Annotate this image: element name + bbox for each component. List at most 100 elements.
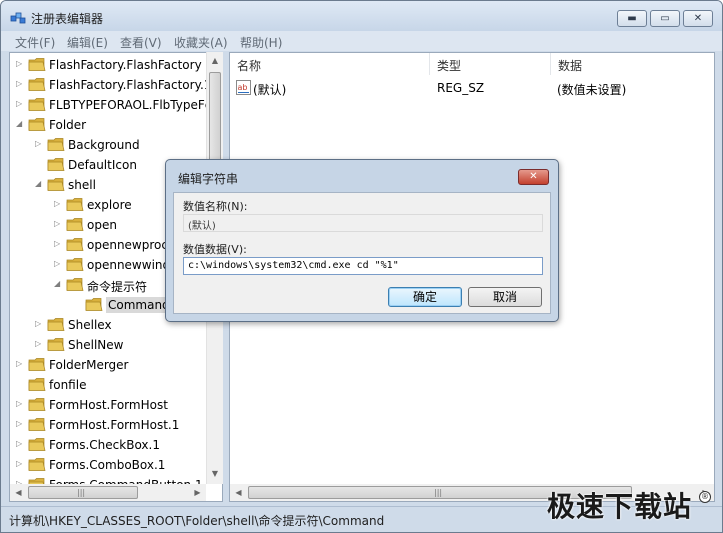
column-header-type[interactable]: 类型 [430, 53, 550, 75]
dialog-body: 数值名称(N): (默认) 数值数据(V): c:\windows\system… [173, 192, 551, 314]
tree-item-label: Shellex [68, 318, 112, 332]
status-path: 计算机\HKEY_CLASSES_ROOT\Folder\shell\命令提示符… [9, 514, 385, 528]
close-button[interactable]: ✕ [683, 10, 713, 27]
registry-editor-window: 注册表编辑器 ▬ ▭ ✕ 文件(F) 编辑(E) 查看(V) 收藏夹(A) 帮助… [0, 0, 723, 533]
expand-arrow-icon[interactable]: ▷ [16, 359, 26, 369]
folder-icon [28, 78, 46, 91]
expand-arrow-icon[interactable]: ▷ [54, 199, 64, 209]
folder-icon [28, 118, 46, 131]
menu-file[interactable]: 文件(F) [15, 34, 55, 51]
close-icon: ✕ [693, 13, 703, 24]
tree-item-label: DefaultIcon [68, 158, 137, 172]
value-data-label: 数值数据(V): [183, 243, 247, 256]
expand-arrow-icon[interactable] [35, 159, 45, 169]
minimize-button[interactable]: ▬ [617, 10, 647, 27]
expand-arrow-icon[interactable]: ▷ [16, 99, 26, 109]
folder-icon [66, 218, 84, 231]
scroll-left-arrow-icon[interactable]: ◀ [230, 484, 247, 501]
menu-favorites[interactable]: 收藏夹(A) [174, 34, 228, 51]
folder-icon [66, 278, 84, 291]
expand-arrow-icon[interactable]: ▷ [35, 139, 45, 149]
grip-icon: ||| [77, 488, 86, 497]
tree-item-label: explore [87, 198, 132, 212]
menu-edit[interactable]: 编辑(E) [67, 34, 108, 51]
tree-item-label: Folder [49, 118, 87, 132]
dialog-title: 编辑字符串 [178, 172, 239, 186]
menu-view[interactable]: 查看(V) [120, 34, 162, 51]
expand-arrow-icon[interactable]: ▷ [16, 439, 26, 449]
folder-icon [47, 138, 65, 151]
expand-arrow-icon[interactable]: ▷ [54, 259, 64, 269]
expand-arrow-icon[interactable]: ▷ [16, 79, 26, 89]
collapse-arrow-icon[interactable]: ◢ [54, 279, 64, 289]
scroll-down-arrow-icon[interactable]: ▼ [207, 465, 223, 482]
string-value-icon: ab [236, 80, 251, 95]
close-icon: ✕ [529, 171, 538, 182]
tree-item-label: ShellNew [68, 338, 124, 352]
expand-arrow-icon[interactable]: ▷ [16, 419, 26, 429]
expand-arrow-icon[interactable] [73, 299, 83, 309]
expand-arrow-icon[interactable]: ▷ [16, 459, 26, 469]
column-header-data[interactable]: 数据 [551, 53, 714, 75]
menu-help[interactable]: 帮助(H) [240, 34, 282, 51]
folder-icon [47, 338, 65, 351]
site-watermark: 极速下载站 [547, 490, 693, 523]
tree-item-label: FlashFactory.FlashFactory [49, 58, 202, 72]
tree-item-label: Background [68, 138, 140, 152]
expand-arrow-icon[interactable]: ▷ [16, 399, 26, 409]
scroll-right-arrow-icon[interactable]: ▶ [189, 484, 206, 501]
folder-icon [47, 158, 65, 171]
expand-arrow-icon[interactable]: ▷ [35, 319, 45, 329]
maximize-button[interactable]: ▭ [650, 10, 680, 27]
tree-item-label: fonfile [49, 378, 87, 392]
folder-icon [28, 458, 46, 471]
folder-icon [28, 398, 46, 411]
grip-icon: ||| [434, 488, 443, 497]
folder-icon [28, 438, 46, 451]
folder-icon [66, 258, 84, 271]
value-type: REG_SZ [437, 81, 485, 95]
scroll-left-arrow-icon[interactable]: ◀ [10, 484, 27, 501]
column-header-name[interactable]: 名称 [230, 53, 428, 75]
tree-item-label: 命令提示符 [87, 280, 148, 294]
expand-arrow-icon[interactable]: ▷ [35, 339, 45, 349]
expand-arrow-icon[interactable]: ▷ [54, 219, 64, 229]
tree-item-label: FolderMerger [49, 358, 129, 372]
string-value-icon-letters: ab [238, 83, 248, 92]
tree-horizontal-scrollbar[interactable]: ◀ ||| ▶ [10, 484, 206, 501]
value-data-input[interactable]: c:\windows\system32\cmd.exe cd "%1" [183, 257, 543, 275]
tree-item-label: FormHost.FormHost [49, 398, 168, 412]
value-name: (默认) [253, 83, 287, 97]
tree-horizontal-scroll-thumb[interactable]: ||| [28, 486, 138, 499]
list-item[interactable]: ab (默认) REG_SZ (数值未设置) [230, 78, 714, 98]
window-title: 注册表编辑器 [31, 12, 104, 26]
registered-mark-icon: ® [699, 491, 711, 503]
expand-arrow-icon[interactable]: ▷ [16, 59, 26, 69]
collapse-arrow-icon[interactable]: ◢ [16, 119, 26, 129]
folder-icon [28, 358, 46, 371]
folder-icon [47, 178, 65, 191]
expand-arrow-icon[interactable]: ▷ [54, 239, 64, 249]
tree-item-label: Command [106, 297, 172, 313]
ok-button[interactable]: 确定 [388, 287, 462, 307]
expand-arrow-icon[interactable] [16, 379, 26, 389]
edit-string-dialog: 编辑字符串 ✕ 数值名称(N): (默认) 数值数据(V): c:\window… [165, 159, 559, 322]
menu-bar: 文件(F) 编辑(E) 查看(V) 收藏夹(A) 帮助(H) [1, 31, 722, 51]
value-name-label: 数值名称(N): [183, 200, 248, 213]
folder-icon [47, 318, 65, 331]
folder-icon [28, 418, 46, 431]
cancel-button[interactable]: 取消 [468, 287, 542, 307]
tree-item-label: shell [68, 178, 96, 192]
tree-item-label: FormHost.FormHost.1 [49, 418, 180, 432]
folder-icon [85, 298, 103, 311]
value-name-field: (默认) [183, 214, 543, 232]
folder-icon [28, 378, 46, 391]
scroll-up-arrow-icon[interactable]: ▲ [207, 52, 223, 69]
tree-item-label: FLBTYPEFORAOL.FlbTypeFc [49, 98, 212, 112]
title-bar[interactable]: 注册表编辑器 ▬ ▭ ✕ [1, 1, 722, 31]
folder-icon [66, 238, 84, 251]
maximize-icon: ▭ [660, 13, 670, 24]
collapse-arrow-icon[interactable]: ◢ [35, 179, 45, 189]
dialog-close-button[interactable]: ✕ [518, 169, 549, 185]
tree-item-label: open [87, 218, 117, 232]
